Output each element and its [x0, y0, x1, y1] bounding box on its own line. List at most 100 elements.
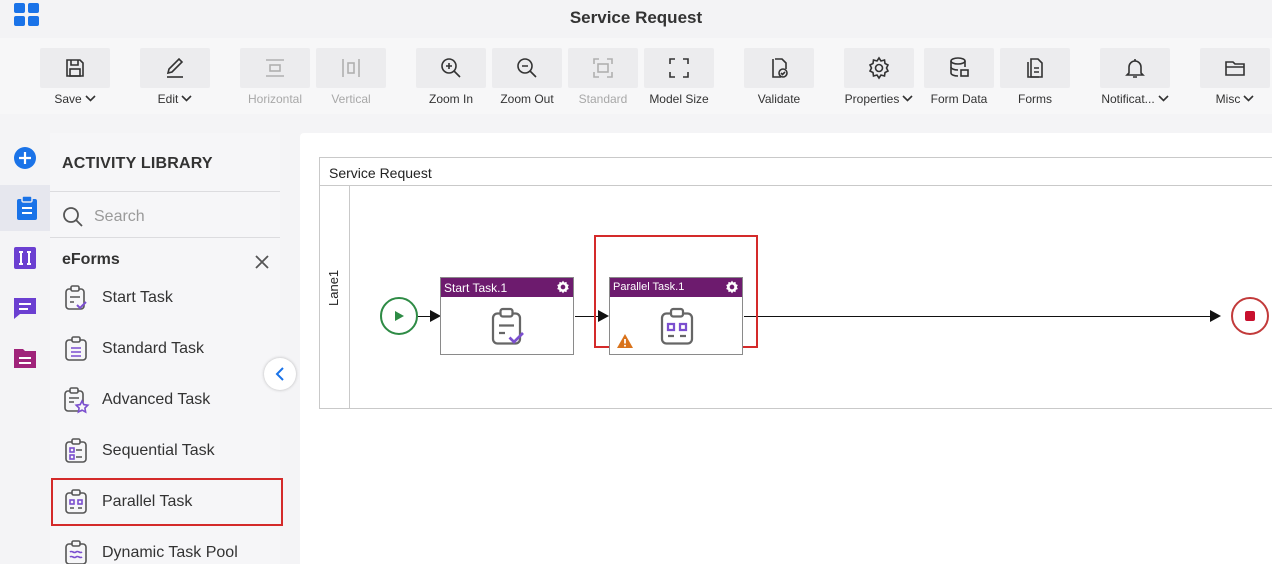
rail-integration-button[interactable] — [0, 235, 50, 281]
validate-button[interactable]: Validate — [744, 48, 814, 108]
library-title: ACTIVITY LIBRARY — [62, 155, 213, 172]
library-divider — [50, 191, 280, 192]
parallel-task-icon — [65, 489, 87, 514]
pool-header: Service Request — [320, 158, 1272, 186]
rail-activity-library-button[interactable] — [0, 185, 50, 231]
save-icon — [66, 59, 84, 77]
pencil-icon — [166, 57, 184, 78]
task-header: Start Task.1 — [441, 278, 573, 297]
chat-icon — [14, 298, 36, 319]
flow-arrowhead — [1210, 310, 1221, 322]
task-parallel-task-1[interactable]: Parallel Task.1 — [609, 277, 743, 355]
edit-label: Edit — [157, 92, 179, 106]
database-icon — [950, 57, 969, 77]
gear-icon — [868, 56, 890, 80]
model-size-label: Model Size — [649, 92, 709, 106]
library-item-advanced-task[interactable]: Advanced Task — [50, 377, 280, 423]
task-name: Start Task.1 — [444, 281, 508, 295]
add-circle-icon — [14, 147, 36, 169]
misc-label: Misc — [1215, 92, 1241, 106]
library-item-start-task[interactable]: Start Task — [50, 275, 280, 321]
rail-chat-button[interactable] — [0, 285, 50, 331]
collapse-panel-button[interactable] — [264, 358, 296, 390]
start-event[interactable] — [380, 297, 418, 335]
start-task-icon — [491, 307, 524, 345]
library-item-dynamic-task-pool[interactable]: Dynamic Task Pool — [50, 530, 280, 564]
gear-icon[interactable] — [725, 280, 739, 294]
chevron-down-icon — [1158, 95, 1169, 102]
title-bar: Service Request — [0, 0, 1272, 38]
folder-icon — [1225, 61, 1245, 76]
chevron-down-icon — [1243, 95, 1254, 102]
zoom-in-icon — [441, 58, 461, 78]
fit-screen-icon — [669, 58, 689, 78]
validate-icon — [772, 58, 788, 78]
library-item-label: Dynamic Task Pool — [102, 544, 238, 561]
model-size-button[interactable]: Model Size — [644, 48, 714, 108]
properties-button[interactable]: Properties — [844, 48, 914, 108]
library-item-parallel-task[interactable]: Parallel Task — [51, 478, 283, 526]
edit-button[interactable]: Edit — [140, 48, 210, 108]
window-title: Service Request — [569, 8, 703, 27]
start-task-icon — [65, 285, 87, 310]
search-icon — [63, 207, 83, 227]
chevron-down-icon — [181, 95, 192, 102]
sequential-task-icon — [65, 438, 87, 463]
misc-button[interactable]: Misc — [1200, 48, 1270, 108]
zoom-out-icon — [517, 58, 537, 78]
warning-icon[interactable] — [616, 333, 634, 349]
close-icon[interactable] — [254, 254, 270, 270]
end-event[interactable] — [1231, 297, 1269, 335]
library-item-label: Parallel Task — [102, 493, 193, 510]
rail-document-button[interactable] — [0, 335, 50, 381]
align-horizontal-button[interactable]: Horizontal — [240, 48, 310, 108]
standard-size-button[interactable]: Standard — [568, 48, 638, 108]
section-title-eforms: eForms — [62, 251, 120, 268]
library-search-input[interactable] — [94, 205, 274, 229]
align-vertical-button[interactable]: Vertical — [316, 48, 386, 108]
task-header: Parallel Task.1 — [610, 278, 742, 297]
lane-label: Lane1 — [326, 269, 341, 306]
chevron-left-icon — [275, 367, 284, 381]
library-item-sequential-task[interactable]: Sequential Task — [50, 428, 280, 474]
bell-icon — [1125, 59, 1145, 78]
forms-icon — [1027, 58, 1043, 78]
save-button[interactable]: Save — [40, 48, 110, 108]
advanced-task-icon — [64, 387, 90, 414]
library-item-standard-task[interactable]: Standard Task — [50, 326, 280, 372]
clipboard-icon — [16, 195, 37, 220]
vertical-label: Vertical — [331, 92, 371, 106]
dynamic-task-pool-icon — [65, 540, 87, 564]
task-start-task-1[interactable]: Start Task.1 — [440, 277, 574, 355]
zoom-out-button[interactable]: Zoom Out — [492, 48, 562, 108]
standard-size-icon — [593, 58, 613, 78]
align-vertical-icon — [342, 59, 360, 77]
notifications-button[interactable]: Notificat... — [1100, 48, 1170, 108]
lane-header[interactable]: Lane1 — [320, 186, 350, 408]
pool-title: Service Request — [329, 165, 432, 181]
library-item-label: Standard Task — [102, 340, 204, 357]
align-horizontal-icon — [266, 59, 284, 77]
search-divider — [50, 237, 280, 238]
forms-button[interactable]: Forms — [1000, 48, 1070, 108]
zoom-in-button[interactable]: Zoom In — [416, 48, 486, 108]
play-icon — [395, 311, 404, 321]
validate-label: Validate — [757, 92, 801, 106]
gear-icon[interactable] — [556, 280, 570, 294]
left-rail — [0, 133, 50, 564]
document-icon — [14, 349, 36, 368]
activity-library-panel: ACTIVITY LIBRARY eForms Start Task Stand… — [50, 133, 283, 564]
rail-add-button[interactable] — [0, 135, 50, 181]
chevron-down-icon — [85, 95, 96, 102]
library-item-label: Sequential Task — [102, 442, 215, 459]
save-label: Save — [54, 92, 82, 106]
parallel-task-icon — [660, 307, 694, 345]
sequence-flow[interactable] — [744, 316, 1218, 317]
properties-label: Properties — [844, 92, 900, 106]
integration-icon — [14, 247, 36, 269]
stop-icon — [1245, 311, 1255, 321]
process-canvas[interactable]: Service Request Lane1 Start Task.1 Paral… — [300, 133, 1272, 564]
form-data-button[interactable]: Form Data — [924, 48, 994, 108]
standard-task-icon — [65, 336, 87, 361]
pool[interactable]: Service Request Lane1 Start Task.1 Paral… — [319, 157, 1272, 409]
